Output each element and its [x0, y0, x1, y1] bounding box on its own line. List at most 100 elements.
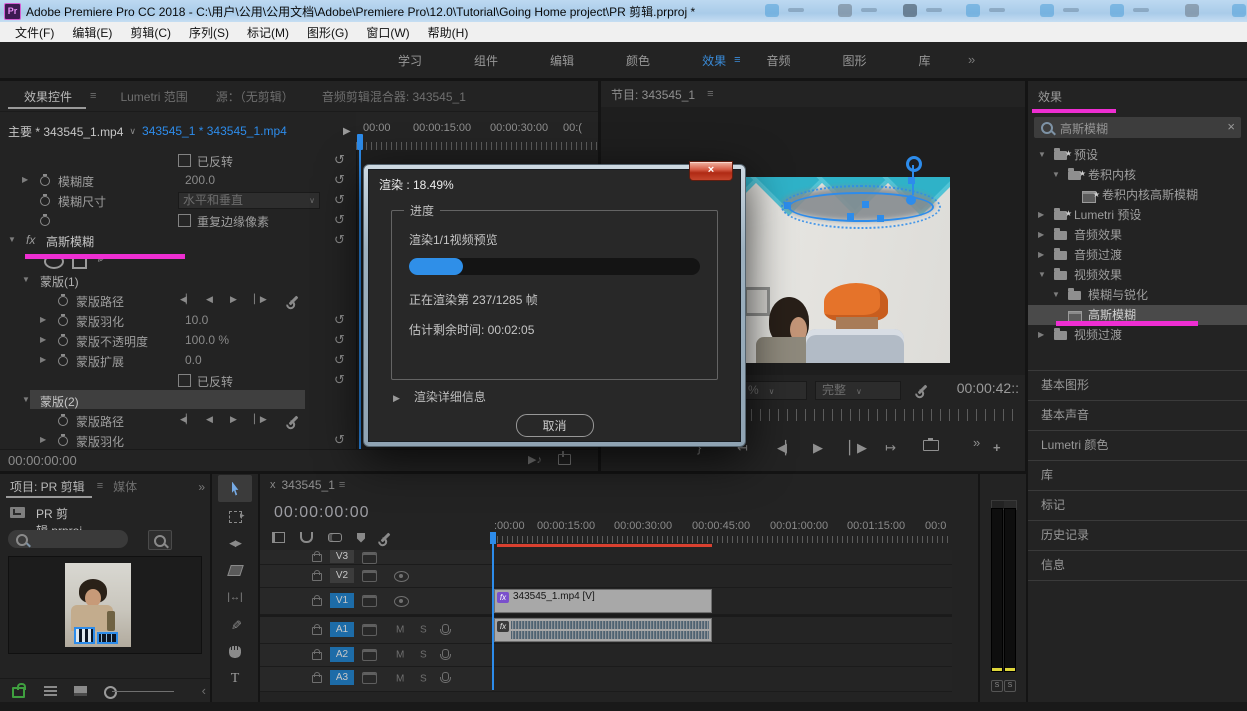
tab-lumetri-color[interactable]: Lumetri 颜色: [1028, 430, 1247, 460]
expand-icon[interactable]: ▶: [393, 393, 400, 403]
tab-essential-graphics[interactable]: 基本图形: [1028, 370, 1247, 400]
panel-overflow-icon[interactable]: »: [198, 480, 205, 494]
inverted-checkbox[interactable]: [178, 154, 191, 167]
tool-razor[interactable]: [212, 557, 258, 584]
track-lane[interactable]: [492, 644, 952, 666]
menu-window[interactable]: 窗口(W): [357, 24, 418, 41]
track-label-v3[interactable]: V3: [330, 550, 354, 563]
effects-panel-title[interactable]: 效果: [1038, 88, 1062, 105]
prev-keyframe-icon[interactable]: ◀: [206, 414, 213, 425]
tab-media-browser[interactable]: 媒体: [113, 478, 145, 495]
repeat-edge-pixels-checkbox[interactable]: [178, 214, 191, 227]
track-label-v1[interactable]: V1: [330, 593, 354, 608]
lock-icon[interactable]: [312, 570, 322, 581]
tool-slip[interactable]: |↔|: [212, 584, 258, 611]
solo-right-button[interactable]: S: [1004, 680, 1016, 692]
tree-item-convolution-kernel[interactable]: ▼ 卷积内核: [1028, 164, 1247, 185]
tree-item-lumetri-presets[interactable]: ▶ Lumetri 预设: [1028, 204, 1247, 225]
track-label-a2[interactable]: A2: [330, 647, 354, 662]
icon-view-icon[interactable]: [74, 686, 87, 696]
program-timecode[interactable]: 00:00:42::: [957, 380, 1019, 396]
panel-menu-icon[interactable]: ≡: [707, 88, 713, 100]
collapse-icon[interactable]: ▼: [22, 276, 30, 284]
workspace-overflow-icon[interactable]: »: [968, 52, 975, 67]
track-a1[interactable]: A1 M S fx: [260, 617, 952, 644]
render-details-expander[interactable]: ▶ 渲染详细信息: [393, 388, 486, 405]
expand-icon[interactable]: ▶: [1038, 251, 1044, 259]
track-label-v2[interactable]: V2: [330, 568, 354, 583]
wrench-icon[interactable]: [288, 415, 299, 426]
expand-icon[interactable]: ▶: [40, 316, 46, 324]
tree-item-blur-sharpen[interactable]: ▼ 模糊与锐化: [1028, 285, 1247, 305]
step-back-button[interactable]: ◀▏: [777, 440, 795, 456]
tree-item-video-effects[interactable]: ▼ 视频效果: [1028, 265, 1247, 285]
solo-button[interactable]: S: [420, 650, 427, 661]
jump-next-frame-icon[interactable]: ▏▶: [254, 414, 267, 425]
list-view-icon[interactable]: [44, 686, 57, 696]
menu-clip[interactable]: 剪辑(C): [121, 24, 180, 41]
export-frame-button[interactable]: [923, 438, 939, 451]
reset-icon[interactable]: ↺: [334, 432, 345, 448]
navigate-up-icon[interactable]: [10, 507, 25, 518]
param-value[interactable]: 200.0: [185, 173, 215, 187]
tab-libraries[interactable]: 库: [1028, 460, 1247, 490]
track-lane[interactable]: fx 343545_1.mp4 [V]: [492, 588, 952, 614]
track-a3[interactable]: A3 M S: [260, 667, 952, 692]
expand-icon[interactable]: ▶: [1038, 331, 1044, 339]
settings-wrench-icon[interactable]: [917, 384, 928, 395]
solo-button[interactable]: S: [420, 625, 427, 636]
track-visibility-icon[interactable]: [394, 596, 409, 607]
track-label-a3[interactable]: A3: [330, 670, 354, 685]
insert-nest-icon[interactable]: [272, 532, 285, 543]
sequence-tab[interactable]: 343545_1: [282, 478, 335, 492]
stopwatch-icon[interactable]: [58, 314, 68, 326]
track-v3[interactable]: V3: [260, 550, 952, 565]
expand-icon[interactable]: ▶: [22, 176, 28, 184]
playhead-marker[interactable]: [357, 134, 363, 150]
stopwatch-icon[interactable]: [58, 434, 68, 446]
video-clip[interactable]: fx 343545_1.mp4 [V]: [494, 589, 712, 613]
menu-graphics[interactable]: 图形(G): [298, 24, 357, 41]
linked-selection-icon[interactable]: [328, 533, 342, 542]
chevron-down-icon[interactable]: ∨: [129, 126, 136, 137]
track-a2[interactable]: A2 M S: [260, 644, 952, 667]
playback-resolution-dropdown[interactable]: 完整 ∨: [815, 381, 901, 400]
source-patch-icon[interactable]: [362, 649, 377, 661]
play-audio-icon[interactable]: ▶♪: [528, 453, 542, 466]
stopwatch-icon[interactable]: [40, 194, 50, 206]
effects-search-box[interactable]: 高斯模糊 ×: [1034, 117, 1241, 138]
tree-item-video-transitions[interactable]: ▶ 视频过渡: [1028, 325, 1247, 345]
track-lane[interactable]: [492, 550, 952, 564]
tree-item-audio-effects[interactable]: ▶ 音频效果: [1028, 225, 1247, 245]
reset-icon[interactable]: ↺: [334, 352, 345, 368]
chevron-left-icon[interactable]: ‹: [202, 683, 206, 698]
tool-hand[interactable]: [212, 638, 258, 665]
close-sequence-icon[interactable]: x: [270, 479, 276, 491]
tool-track-select-forward[interactable]: [212, 503, 258, 530]
tree-item-convolution-gaussian-blur[interactable]: 卷积内核高斯模糊: [1028, 185, 1247, 205]
prev-keyframe-icon[interactable]: ◀: [206, 294, 213, 305]
voiceover-mic-icon[interactable]: [440, 624, 451, 635]
track-label-a1[interactable]: A1: [330, 622, 354, 637]
tool-ripple-edit[interactable]: ◀▶: [212, 530, 258, 557]
panel-menu-icon[interactable]: ≡: [90, 90, 96, 102]
expand-icon[interactable]: ▶: [40, 336, 46, 344]
param-value[interactable]: 100.0 %: [185, 333, 229, 347]
source-patch-icon[interactable]: [362, 595, 377, 607]
workspace-tab-graphics[interactable]: 图形: [817, 52, 893, 69]
tree-item-presets[interactable]: ▼ 预设: [1028, 144, 1247, 165]
workspace-tab-assembly[interactable]: 组件: [448, 52, 524, 69]
snap-magnet-icon[interactable]: [300, 532, 313, 543]
zoom-slider-handle[interactable]: [104, 686, 117, 699]
tool-pen[interactable]: ✎: [212, 611, 258, 638]
project-bin-area[interactable]: [8, 556, 202, 654]
timeline-timecode[interactable]: 00:00:00:00: [274, 504, 370, 522]
expand-icon[interactable]: ▶: [1038, 231, 1044, 239]
audio-meter-left[interactable]: [991, 508, 1003, 672]
mask-expansion-handle[interactable]: [906, 156, 922, 172]
jump-next-frame-icon[interactable]: ▏▶: [254, 294, 267, 305]
inverted-checkbox[interactable]: [178, 374, 191, 387]
mute-button[interactable]: M: [396, 674, 404, 685]
voiceover-mic-icon[interactable]: [440, 649, 451, 660]
menu-file[interactable]: 文件(F): [6, 24, 63, 41]
